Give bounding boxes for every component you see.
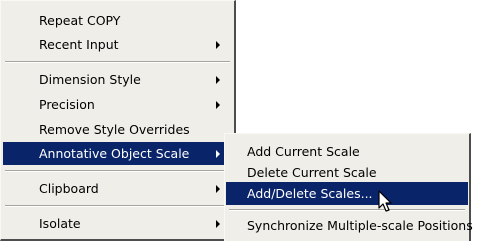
menu-item-repeat-copy[interactable]: Repeat COPY — [3, 9, 232, 32]
menu-item-recent-input[interactable]: Recent Input — [3, 33, 232, 56]
submenu-arrow-icon — [216, 220, 220, 228]
submenu-arrow-icon — [216, 150, 220, 158]
menu-item-annotative-object-scale[interactable]: Annotative Object Scale — [3, 142, 232, 165]
menu-item-label: Clipboard — [39, 181, 99, 196]
menu-item-dimension-style[interactable]: Dimension Style — [3, 68, 232, 91]
submenu-item-add-current-scale[interactable]: Add Current Scale — [226, 140, 468, 163]
menu-item-precision[interactable]: Precision — [3, 93, 232, 116]
menu-item-label: Repeat COPY — [39, 13, 121, 28]
mouse-pointer-icon — [378, 190, 392, 212]
submenu-item-add-delete-scales[interactable]: Add/Delete Scales... — [226, 182, 468, 205]
menu-item-label: Annotative Object Scale — [39, 146, 190, 161]
menu-item-label: Add Current Scale — [247, 144, 360, 159]
submenu-arrow-icon — [216, 76, 220, 84]
menu-item-label: Synchronize Multiple-scale Positions — [247, 218, 473, 233]
menu-item-label: Recent Input — [39, 37, 119, 52]
submenu-arrow-icon — [216, 41, 220, 49]
submenu-arrow-icon — [216, 101, 220, 109]
menu-separator — [229, 209, 465, 211]
menu-item-isolate[interactable]: Isolate — [3, 212, 232, 235]
menu-item-label: Add/Delete Scales... — [247, 186, 373, 201]
menu-item-remove-style-overrides[interactable]: Remove Style Overrides — [3, 118, 232, 141]
menu-separator — [5, 170, 230, 172]
menu-item-label: Remove Style Overrides — [39, 122, 190, 137]
context-menu: Repeat COPY Recent Input Dimension Style… — [0, 0, 236, 241]
menu-separator — [5, 205, 230, 207]
annotative-object-scale-submenu: Add Current Scale Delete Current Scale A… — [224, 133, 473, 241]
submenu-item-delete-current-scale[interactable]: Delete Current Scale — [226, 161, 468, 184]
submenu-arrow-icon — [216, 185, 220, 193]
menu-item-label: Precision — [39, 97, 95, 112]
menu-item-label: Delete Current Scale — [247, 165, 377, 180]
menu-separator — [5, 61, 230, 63]
menu-item-label: Dimension Style — [39, 72, 141, 87]
submenu-item-synchronize-multiple-scale-positions[interactable]: Synchronize Multiple-scale Positions — [226, 214, 473, 237]
menu-item-clipboard[interactable]: Clipboard — [3, 177, 232, 200]
menu-item-label: Isolate — [39, 216, 81, 231]
